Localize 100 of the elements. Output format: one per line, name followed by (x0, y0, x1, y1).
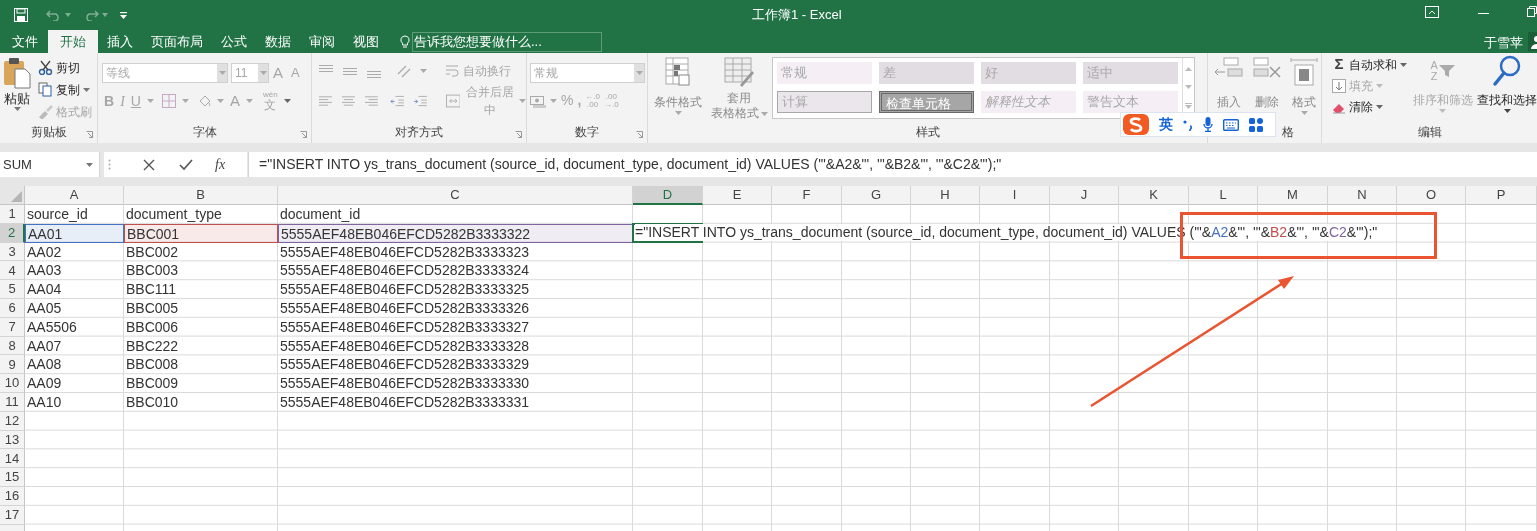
column-header[interactable]: C (278, 186, 633, 205)
formula-field[interactable]: ="INSERT INTO ys_trans_document (source_id, document_type, document_id) VALUES ('"&A2&"', '"&B2&"', '"&C2&"');" (248, 152, 1537, 177)
caret-icon (674, 111, 682, 115)
name-box[interactable]: SUM (0, 152, 100, 177)
insert-function-button[interactable]: fx (215, 154, 226, 175)
table-cell-text: BBC010 (125, 392, 180, 412)
redo-icon[interactable] (83, 9, 99, 21)
ribbon-button[interactable]: Σ 自动求和 (1332, 55, 1409, 74)
ribbon-button[interactable]: 复制 (38, 80, 92, 99)
row-header[interactable]: 4 (0, 261, 25, 281)
row-header[interactable]: 9 (0, 355, 25, 375)
cancel-icon[interactable] (143, 158, 155, 171)
cells-button[interactable]: 插入 (1212, 57, 1246, 111)
currency-icon[interactable] (530, 93, 546, 108)
column-header[interactable]: E (703, 186, 772, 205)
column-header[interactable]: D (633, 186, 703, 205)
column-header[interactable]: K (1119, 186, 1189, 205)
ribbon-tab[interactable]: 视图 (344, 30, 388, 53)
group-label: 格 (1282, 124, 1294, 141)
column-header[interactable]: B (124, 186, 278, 205)
keyboard-icon[interactable] (1223, 118, 1239, 131)
column-header[interactable]: N (1328, 186, 1397, 205)
tell-me-field[interactable]: 告诉我您想要做什么... (412, 32, 602, 52)
dialog-launcher-icon[interactable] (86, 131, 93, 138)
caret-icon (283, 99, 291, 104)
row-header[interactable]: 5 (0, 280, 25, 299)
save-icon[interactable] (14, 8, 28, 22)
table-cell-text: BBC006 (125, 317, 180, 337)
column-header[interactable]: L (1189, 186, 1258, 205)
dialog-launcher-icon[interactable] (515, 131, 522, 138)
user-avatar-icon[interactable] (1528, 32, 1537, 51)
paste-button[interactable]: 粘贴 (0, 53, 34, 121)
ribbon-tab[interactable]: 数据 (256, 30, 300, 53)
cells-button[interactable]: 格式 (1287, 57, 1321, 115)
ribbon-tab[interactable]: 开始 (48, 30, 98, 53)
row-header[interactable]: 1 (0, 205, 25, 224)
column-header[interactable]: A (25, 186, 124, 205)
ribbon-tab[interactable]: 公式 (212, 30, 256, 53)
text-orientation-icon[interactable] (396, 64, 412, 78)
caret-icon (635, 71, 643, 75)
table-cell: AA01 (25, 223, 124, 243)
find-select-button[interactable]: 查找和选择 (1477, 55, 1537, 121)
row-header[interactable]: 15 (0, 468, 25, 487)
align-right-icon[interactable] (363, 94, 379, 108)
column-header[interactable]: M (1258, 186, 1328, 205)
maximize-icon[interactable] (1527, 6, 1537, 17)
ribbon-tab[interactable]: 审阅 (300, 30, 344, 53)
caret-icon (181, 99, 189, 104)
column-header[interactable]: O (1397, 186, 1466, 205)
input-method-logo-icon[interactable] (1123, 114, 1149, 135)
column-header[interactable]: J (1050, 186, 1119, 205)
column-header[interactable]: H (911, 186, 980, 205)
decrease-indent-icon[interactable] (390, 94, 405, 108)
ribbon-tab[interactable]: 页面布局 (142, 30, 212, 53)
undo-icon[interactable] (46, 9, 62, 21)
borders-icon[interactable] (161, 94, 176, 109)
table-cell-text: AA02 (26, 242, 63, 262)
microphone-icon[interactable] (1203, 117, 1213, 132)
copy-icon (38, 82, 53, 97)
ribbon-button[interactable]: 剪切 (38, 58, 92, 77)
ribbon-tab[interactable]: 文件 (2, 30, 48, 53)
funnel-icon (1438, 64, 1455, 78)
cells-button[interactable]: 删除 (1249, 57, 1284, 111)
caret-icon (1503, 109, 1511, 113)
enter-check-icon[interactable] (179, 158, 193, 171)
row-header[interactable]: 10 (0, 374, 25, 393)
ribbon-tab[interactable]: 插入 (98, 30, 142, 53)
lightbulb-icon (400, 35, 410, 49)
column-header[interactable]: P (1466, 186, 1537, 205)
apps-grid-icon[interactable] (1249, 117, 1263, 132)
punctuation-icon[interactable] (1183, 118, 1193, 131)
table-cell-text: BBC002 (125, 242, 180, 262)
column-header[interactable]: I (980, 186, 1050, 205)
caret-icon[interactable] (65, 13, 71, 17)
dialog-launcher-icon[interactable] (636, 131, 643, 138)
table-cell-text: source_id (26, 205, 89, 224)
conditional-format-button[interactable]: 条件格式 (650, 57, 706, 121)
table-cell-text: BBC003 (125, 261, 180, 281)
group-label: 数字 (575, 124, 599, 141)
more-styles-icon[interactable] (1185, 103, 1192, 109)
align-center-icon[interactable] (340, 94, 356, 108)
column-header[interactable]: F (772, 186, 842, 205)
group-label: 对齐方式 (395, 124, 443, 141)
select-all-icon[interactable] (11, 191, 22, 202)
customize-icon[interactable] (120, 11, 127, 19)
row-header[interactable]: 14 (0, 449, 25, 469)
align-left-icon[interactable] (318, 94, 333, 108)
ribbon-display-icon[interactable] (1425, 6, 1439, 18)
dialog-launcher-icon[interactable] (300, 131, 307, 138)
ribbon-button[interactable]: 清除 (1332, 97, 1409, 116)
format-as-table-button[interactable]: 套用 表格格式 (710, 57, 768, 121)
caret-icon[interactable] (102, 13, 108, 17)
scroll-down-icon[interactable] (1185, 85, 1192, 89)
table-cell-text: AA04 (26, 280, 63, 299)
scroll-up-icon[interactable] (1185, 67, 1192, 71)
search-icon (1492, 55, 1522, 87)
input-mode-button[interactable]: 英 (1159, 114, 1173, 135)
column-header[interactable]: G (842, 186, 911, 205)
increase-indent-icon[interactable] (413, 94, 428, 108)
caret-icon (13, 107, 21, 111)
